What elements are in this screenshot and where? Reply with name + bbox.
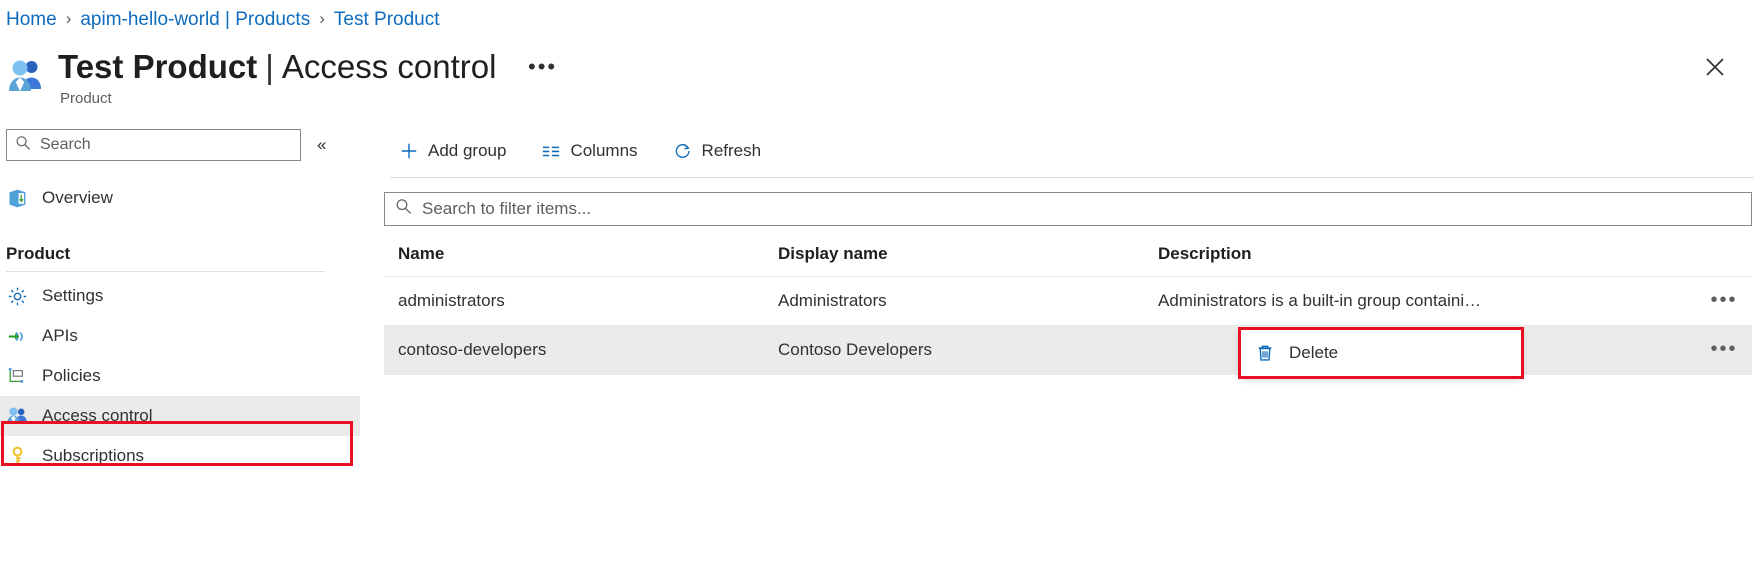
- column-header-name[interactable]: Name: [384, 244, 764, 277]
- close-blade-button[interactable]: [1700, 52, 1730, 82]
- search-input[interactable]: [38, 135, 292, 155]
- cell-display-name: Administrators: [764, 277, 1144, 326]
- filter-input[interactable]: [420, 198, 1741, 220]
- context-menu-item-delete[interactable]: Delete: [1255, 343, 1521, 363]
- columns-icon: [542, 142, 560, 160]
- access-control-people-icon: [6, 56, 48, 98]
- apis-arrow-icon: [6, 325, 28, 347]
- page-title-separator: |: [265, 46, 274, 88]
- sidebar-item-label: Access control: [42, 406, 153, 426]
- sidebar-item-settings[interactable]: Settings: [0, 276, 360, 316]
- sidebar-search-row: «: [6, 129, 360, 161]
- page-subtitle: Product: [60, 89, 496, 109]
- sidebar-divider: [6, 271, 325, 272]
- search-icon: [395, 198, 412, 220]
- sidebar-item-label: Policies: [42, 366, 101, 386]
- sidebar-item-policies[interactable]: Policies: [0, 356, 360, 396]
- breadcrumb-item-home[interactable]: Home: [6, 8, 57, 32]
- column-header-description[interactable]: Description: [1144, 244, 1752, 277]
- sidebar-group-title: Product: [0, 244, 360, 264]
- plus-icon: [400, 142, 418, 160]
- row-context-menu: Delete: [1241, 330, 1521, 376]
- blade-title-block: Test Product | Access control Product: [58, 46, 496, 109]
- context-menu-item-label: Delete: [1289, 343, 1338, 363]
- filter-input-wrapper[interactable]: [384, 192, 1752, 226]
- trash-icon: [1255, 343, 1275, 363]
- breadcrumb-separator-icon: ›: [319, 7, 325, 31]
- page-title: Test Product | Access control: [58, 46, 496, 88]
- breadcrumb-item-products[interactable]: apim-hello-world | Products: [80, 8, 310, 32]
- overview-icon: [6, 187, 28, 209]
- main-content: Add group Columns: [380, 129, 1756, 375]
- close-icon: [1704, 56, 1726, 78]
- cell-actions: •••: [1682, 277, 1752, 326]
- refresh-button[interactable]: Refresh: [664, 135, 772, 167]
- azure-portal-blade: Home › apim-hello-world | Products › Tes…: [0, 0, 1756, 588]
- refresh-label: Refresh: [702, 141, 762, 161]
- table-body: administrators Administrators Administra…: [384, 277, 1752, 375]
- cell-name: contoso-developers: [384, 326, 764, 375]
- table-row[interactable]: contoso-developers Contoso Developers ••…: [384, 326, 1752, 375]
- columns-label: Columns: [570, 141, 637, 161]
- breadcrumb: Home › apim-hello-world | Products › Tes…: [6, 8, 440, 32]
- page-title-blade: Access control: [282, 46, 497, 88]
- gear-icon: [6, 285, 28, 307]
- command-bar-divider: [390, 177, 1754, 178]
- sidebar-item-overview[interactable]: Overview: [0, 178, 360, 218]
- breadcrumb-separator-icon: ›: [66, 7, 72, 31]
- table-header: Name Display name Description: [384, 244, 1752, 277]
- column-header-display-name[interactable]: Display name: [764, 244, 1144, 277]
- cell-display-name: Contoso Developers: [764, 326, 1144, 375]
- page-title-resource: Test Product: [58, 46, 257, 88]
- blade-header: Test Product | Access control Product: [6, 46, 496, 109]
- cell-actions: •••: [1682, 326, 1752, 375]
- columns-button[interactable]: Columns: [532, 135, 647, 167]
- add-group-label: Add group: [428, 141, 506, 161]
- cell-description: Administrators is a built-in group conta…: [1144, 277, 1682, 326]
- breadcrumb-item-test-product[interactable]: Test Product: [334, 8, 440, 32]
- command-bar: Add group Columns: [380, 129, 1756, 173]
- table-row[interactable]: administrators Administrators Administra…: [384, 277, 1752, 326]
- row-actions-button[interactable]: •••: [1710, 289, 1737, 311]
- collapse-sidebar-button[interactable]: «: [317, 136, 326, 154]
- groups-table: Name Display name Description administra…: [384, 244, 1752, 375]
- more-options-button[interactable]: •••: [528, 56, 557, 78]
- add-group-button[interactable]: Add group: [390, 135, 516, 167]
- search-icon: [15, 135, 31, 156]
- access-control-people-icon: [6, 405, 28, 427]
- cell-name: administrators: [384, 277, 764, 326]
- sidebar-item-subscriptions[interactable]: Subscriptions: [0, 436, 360, 476]
- sidebar-item-label: Settings: [42, 286, 103, 306]
- sidebar-item-label: APIs: [42, 326, 78, 346]
- row-actions-button[interactable]: •••: [1710, 338, 1737, 360]
- sidebar: « Overview Product: [0, 129, 360, 476]
- sidebar-item-access-control[interactable]: Access control: [0, 396, 360, 436]
- refresh-icon: [674, 142, 692, 160]
- policies-flow-icon: [6, 365, 28, 387]
- search-input-wrapper[interactable]: [6, 129, 301, 161]
- sidebar-item-apis[interactable]: APIs: [0, 316, 360, 356]
- table-header-row: Name Display name Description: [384, 244, 1752, 277]
- sidebar-item-label: Subscriptions: [42, 446, 144, 466]
- key-icon: [6, 445, 28, 467]
- sidebar-item-label: Overview: [42, 188, 113, 208]
